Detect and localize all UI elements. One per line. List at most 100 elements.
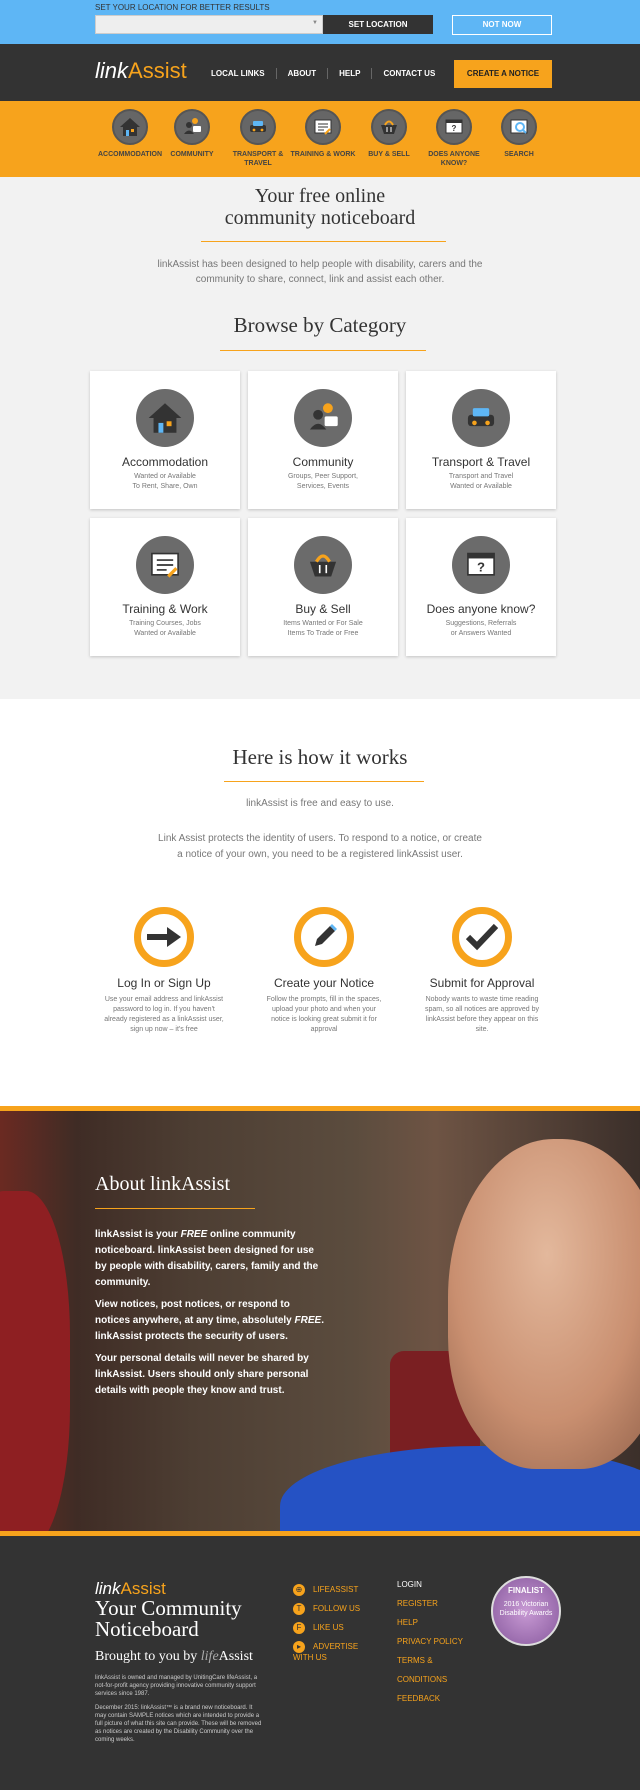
- card-title: Buy & Sell: [295, 602, 351, 616]
- nav-about[interactable]: ABOUT: [275, 68, 327, 79]
- question-icon: ?: [436, 109, 472, 145]
- category-card-does-anyone-know[interactable]: ? Does anyone know? Suggestions, Referra…: [406, 518, 556, 656]
- badge-title: FINALIST: [508, 1586, 544, 1595]
- cat-training[interactable]: TRAINING & WORK: [288, 109, 358, 159]
- how-title: Here is how it works: [232, 745, 408, 769]
- house-icon: [112, 109, 148, 145]
- location-label: SET YOUR LOCATION FOR BETTER RESULTS: [95, 3, 270, 12]
- card-subtitle: Transport and Travel: [448, 473, 514, 480]
- finalist-badge: FINALIST 2016 Victorian Disability Award…: [491, 1576, 561, 1646]
- cat-label: TRANSPORT & TRAVEL: [232, 151, 284, 167]
- cat-buy-sell[interactable]: BUY & SELL: [354, 109, 424, 159]
- location-select[interactable]: ▼: [95, 15, 323, 34]
- card-subtitle: Wanted or Available: [134, 473, 196, 480]
- card-subtitle: Items Wanted or For Sale: [283, 620, 363, 627]
- category-card-transport[interactable]: Transport & Travel Transport and Travel …: [406, 371, 556, 509]
- about-p2-part: View notices, post notices, or respond t…: [95, 1299, 295, 1326]
- globe-icon: ⊕: [293, 1583, 305, 1596]
- about-p2-free: FREE: [294, 1315, 322, 1326]
- how-it-works-section: Here is how it works linkAssist is free …: [0, 699, 640, 1106]
- footer-account-links: LOGIN REGISTER HELP PRIVACY POLICY TERMS…: [397, 1580, 497, 1713]
- cat-label: TRAINING & WORK: [290, 151, 356, 158]
- footer-conditions-link[interactable]: CONDITIONS: [397, 1675, 497, 1694]
- title-line-1: Your free online: [254, 185, 386, 207]
- brought-assist: Assist: [218, 1649, 253, 1664]
- cat-label: SEARCH: [504, 151, 534, 158]
- about-underline: [95, 1208, 255, 1209]
- site-footer: linkAssist Your Community Noticeboard Bro…: [0, 1536, 640, 1790]
- nav-local-links[interactable]: LOCAL LINKS: [200, 68, 276, 79]
- footer-social-links: ⊕ LIFEASSIST t FOLLOW US f LIKE US ▸ ADVERTI…: [293, 1580, 393, 1662]
- footer-privacy-link[interactable]: PRIVACY POLICY: [397, 1637, 497, 1656]
- footer-owner-note: linkAssist is owned and managed by Uniti…: [95, 1675, 258, 1697]
- footer-help-link[interactable]: HELP: [397, 1618, 497, 1637]
- cat-label: DOES ANYONE KNOW?: [428, 151, 480, 167]
- training-icon: [136, 536, 194, 594]
- title-line-2: community noticeboard: [224, 207, 416, 229]
- background-photo-smiling-man: [448, 1139, 640, 1469]
- footer-link-like-us[interactable]: f LIKE US: [293, 1618, 393, 1637]
- about-p1-free: FREE: [180, 1229, 208, 1240]
- browse-title: Browse by Category: [233, 313, 407, 337]
- footer-link-label: LIFEASSIST: [313, 1585, 359, 1594]
- pencil-icon: [294, 907, 354, 967]
- question-icon: ?: [452, 536, 510, 594]
- category-card-training[interactable]: Training & Work Training Courses, Jobs W…: [90, 518, 240, 656]
- basket-icon: [371, 109, 407, 145]
- card-subtitle: Suggestions, Referrals: [445, 620, 517, 627]
- car-icon: [240, 109, 276, 145]
- badge-text: 2016 Victorian Disability Awards: [499, 1601, 553, 1617]
- cat-does-anyone-know[interactable]: ? DOES ANYONE KNOW?: [419, 109, 489, 168]
- step-login: Log In or Sign Up Use your email address…: [104, 907, 224, 1035]
- footer-terms-link[interactable]: TERMS &: [397, 1656, 497, 1675]
- advertise-icon: ▸: [293, 1640, 305, 1653]
- nav-contact-us[interactable]: CONTACT US: [371, 68, 446, 79]
- footer-small-print: linkAssist is owned and managed by Uniti…: [95, 1674, 265, 1744]
- footer-link-follow-us[interactable]: t FOLLOW US: [293, 1599, 393, 1618]
- cat-search[interactable]: SEARCH: [484, 109, 554, 159]
- card-subtitle: Items To Trade or Free: [287, 630, 359, 637]
- category-card-accommodation[interactable]: Accommodation Wanted or Available To Ren…: [90, 371, 240, 509]
- card-title: Community: [292, 455, 354, 469]
- community-icon: [174, 109, 210, 145]
- logo-assist-text: Assist: [128, 58, 187, 83]
- card-subtitle: Wanted or Available: [134, 630, 196, 637]
- footer-feedback-link[interactable]: FEEDBACK: [397, 1694, 497, 1713]
- logo[interactable]: linkAssist: [95, 58, 187, 84]
- svg-text:?: ?: [452, 124, 457, 133]
- card-subtitle: Training Courses, Jobs: [129, 620, 201, 627]
- about-paragraph-2: View notices, post notices, or respond t…: [95, 1297, 325, 1345]
- brought-to-you: Brought to you by lifeAssist: [95, 1649, 253, 1665]
- twitter-icon: t: [293, 1602, 305, 1615]
- step-text: Use your email address and linkAssist pa…: [104, 996, 224, 1033]
- brought-life: life: [200, 1649, 219, 1664]
- search-icon: [501, 109, 537, 145]
- how-description: Link Assist protects the identity of use…: [158, 833, 482, 860]
- card-subtitle: Wanted or Available: [450, 483, 512, 490]
- not-now-button[interactable]: NOT NOW: [452, 15, 552, 35]
- main-nav: LOCAL LINKS ABOUT HELP CONTACT US: [200, 68, 446, 79]
- brought-text: Brought to you by: [95, 1649, 201, 1664]
- footer-link-label: ADVERTISE: [313, 1642, 359, 1651]
- nav-help[interactable]: HELP: [327, 68, 371, 79]
- browse-underline: [220, 350, 426, 351]
- footer-link-advertise-cont[interactable]: WITH US: [293, 1653, 393, 1662]
- svg-text:?: ?: [477, 560, 485, 575]
- intro-text: linkAssist has been designed to help peo…: [157, 259, 483, 285]
- cat-transport[interactable]: TRANSPORT & TRAVEL: [223, 109, 293, 168]
- how-underline: [224, 781, 424, 782]
- card-title: Transport & Travel: [431, 455, 531, 469]
- about-text: linkAssist is your FREE online community…: [95, 1227, 325, 1405]
- card-subtitle: Groups, Peer Support,: [287, 473, 359, 480]
- footer-link-lifeassist[interactable]: ⊕ LIFEASSIST: [293, 1580, 393, 1599]
- footer-sample-note: December 2015: linkAssist™ is a brand ne…: [95, 1705, 262, 1743]
- create-notice-button[interactable]: CREATE A NOTICE: [454, 60, 552, 88]
- logo-link-text: link: [95, 58, 129, 83]
- category-card-community[interactable]: Community Groups, Peer Support, Services…: [248, 371, 398, 509]
- footer-register-link[interactable]: REGISTER: [397, 1599, 497, 1618]
- set-location-button[interactable]: SET LOCATION: [323, 15, 433, 34]
- footer-login-link[interactable]: LOGIN: [397, 1580, 497, 1599]
- category-card-buy-sell[interactable]: Buy & Sell Items Wanted or For Sale Item…: [248, 518, 398, 656]
- cat-community[interactable]: COMMUNITY: [157, 109, 227, 159]
- cat-accommodation[interactable]: ACCOMMODATION: [95, 109, 165, 159]
